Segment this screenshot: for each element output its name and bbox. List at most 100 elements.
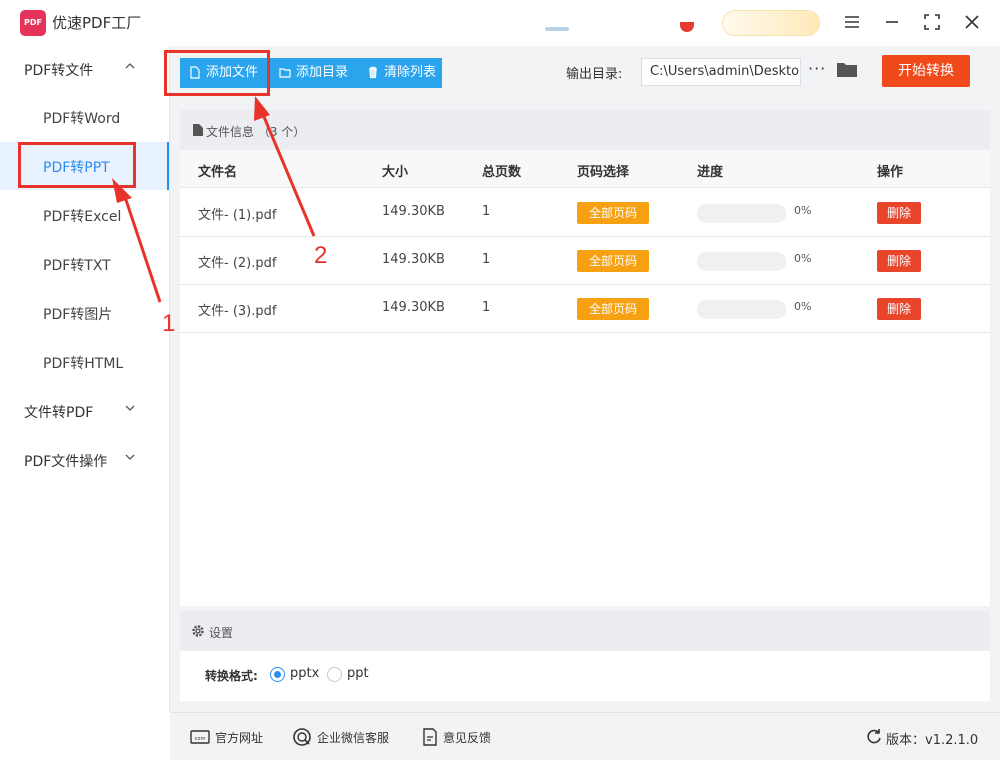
column-header: 大小 <box>382 165 409 180</box>
column-header: 文件名 <box>198 165 238 180</box>
progress-text: 0% <box>794 204 812 217</box>
chevron-down-icon <box>125 454 135 460</box>
file-info-header: 文件信息 （3 个） <box>180 110 990 150</box>
feedback-link[interactable]: 意见反馈 <box>443 729 491 746</box>
file-name: 文件- (3).pdf <box>198 304 277 319</box>
add-folder-button[interactable]: 添加目录 <box>270 58 358 88</box>
table-header: 文件名 大小 总页数 页码选择 进度 操作 <box>180 150 990 188</box>
format-radio-ppt[interactable] <box>327 667 342 682</box>
progress-bar <box>697 252 786 271</box>
folder-icon <box>279 68 291 78</box>
open-folder-icon[interactable] <box>837 61 857 77</box>
sidebar-item-pdf-to-word[interactable]: PDF转Word <box>0 93 169 141</box>
svg-text:com: com <box>195 736 206 742</box>
progress-text: 0% <box>794 252 812 265</box>
menu-icon[interactable] <box>840 10 864 34</box>
add-file-label: 添加文件 <box>206 65 259 80</box>
column-header: 页码选择 <box>577 165 630 180</box>
file-count-label: 文件信息 （3 个） <box>206 125 306 139</box>
sidebar-item-label: PDF转HTML <box>43 356 124 372</box>
file-size: 149.30KB <box>382 204 445 219</box>
gear-icon <box>192 625 204 637</box>
progress-bar <box>697 204 786 223</box>
promo-badge-icon[interactable] <box>680 22 694 32</box>
sidebar-group-file-to-pdf[interactable]: 文件转PDF <box>0 388 170 434</box>
table-row: 文件- (1).pdf 149.30KB 1 全部页码 0% 删除 <box>180 189 990 237</box>
sidebar-item-pdf-to-html[interactable]: PDF转HTML <box>0 338 169 386</box>
app-title: 优速PDF工厂 <box>52 14 142 32</box>
column-header: 进度 <box>697 165 724 180</box>
website-icon[interactable]: com <box>190 727 210 747</box>
sidebar-item-label: PDF转Word <box>43 111 121 127</box>
trash-icon <box>369 66 377 79</box>
chevron-up-icon <box>125 63 135 69</box>
version-label: 版本：v1.2.1.0 <box>886 733 979 748</box>
column-header: 总页数 <box>482 165 522 180</box>
progress-bar <box>697 300 786 319</box>
sidebar-group-pdf-to-file[interactable]: PDF转文件 <box>0 46 170 92</box>
page-select-button[interactable]: 全部页码 <box>577 202 649 224</box>
close-icon[interactable] <box>960 10 984 34</box>
table-row: 文件- (3).pdf 149.30KB 1 全部页码 0% 删除 <box>180 285 990 333</box>
file-name: 文件- (1).pdf <box>198 208 277 223</box>
delete-button[interactable]: 删除 <box>877 202 921 224</box>
page-count: 1 <box>482 252 491 267</box>
chevron-down-icon <box>125 405 135 411</box>
add-folder-label: 添加目录 <box>296 65 349 80</box>
page-select-button[interactable]: 全部页码 <box>577 250 649 272</box>
promo-pill[interactable] <box>722 10 820 36</box>
sidebar-item-pdf-to-ppt[interactable]: PDF转PPT <box>0 142 169 190</box>
sidebar-item-pdf-to-txt[interactable]: PDF转TXT <box>0 240 169 288</box>
sidebar-item-pdf-to-excel[interactable]: PDF转Excel <box>0 191 169 239</box>
maximize-icon[interactable] <box>920 10 944 34</box>
main-area: 添加文件 添加目录 清除列表 输出目录: C:\Users\admin\Desk… <box>170 46 1000 712</box>
feedback-icon[interactable] <box>420 727 440 747</box>
sidebar-item-label: PDF转PPT <box>43 160 110 176</box>
sidebar-group-label: PDF文件操作 <box>24 454 108 470</box>
footer: com 官方网址 企业微信客服 意见反馈 版本：v1.2.1.0 <box>170 712 1000 760</box>
start-convert-button[interactable]: 开始转换 <box>882 55 970 87</box>
clear-list-button[interactable]: 清除列表 <box>358 58 442 88</box>
sidebar-group-label: 文件转PDF <box>24 405 94 421</box>
page-select-button[interactable]: 全部页码 <box>577 298 649 320</box>
output-dir-label: 输出目录: <box>566 67 623 82</box>
page-count: 1 <box>482 300 491 315</box>
clear-list-label: 清除列表 <box>384 65 437 80</box>
column-header: 操作 <box>877 165 904 180</box>
settings-title: 设置 <box>209 626 234 640</box>
refresh-icon[interactable] <box>864 727 884 747</box>
sidebar-group-pdf-operations[interactable]: PDF文件操作 <box>0 437 170 483</box>
more-options-icon[interactable]: ··· <box>808 59 826 78</box>
delete-button[interactable]: 删除 <box>877 250 921 272</box>
title-bar: PDF 优速PDF工厂 <box>0 0 1000 46</box>
file-icon <box>190 66 200 79</box>
sidebar-item-pdf-to-image[interactable]: PDF转图片 <box>0 289 169 337</box>
progress-text: 0% <box>794 300 812 313</box>
sidebar-group-label: PDF转文件 <box>24 63 94 79</box>
sidebar-item-label: PDF转图片 <box>43 307 113 323</box>
settings-header: 设置 <box>180 611 990 651</box>
file-size: 149.30KB <box>382 300 445 315</box>
promo-banner-icon[interactable] <box>545 27 569 31</box>
sidebar-item-label: PDF转TXT <box>43 258 111 274</box>
page-count: 1 <box>482 204 491 219</box>
format-option-label[interactable]: pptx <box>290 666 319 681</box>
format-label: 转换格式: <box>205 669 258 683</box>
delete-button[interactable]: 删除 <box>877 298 921 320</box>
sidebar: PDF转文件 PDF转Word PDF转PPT PDF转Excel PDF转TX… <box>0 46 170 712</box>
sidebar-item-label: PDF转Excel <box>43 209 122 225</box>
wechat-service-link[interactable]: 企业微信客服 <box>317 729 389 746</box>
settings-panel: 设置 转换格式: pptx ppt <box>180 611 990 701</box>
minimize-icon[interactable] <box>880 10 904 34</box>
add-file-button[interactable]: 添加文件 <box>180 58 270 88</box>
format-option-label[interactable]: ppt <box>347 666 369 681</box>
file-list-panel: 文件信息 （3 个） 文件名 大小 总页数 页码选择 进度 操作 文件- (1)… <box>180 110 990 606</box>
document-icon <box>193 124 203 136</box>
wechat-service-icon[interactable] <box>292 727 312 747</box>
file-name: 文件- (2).pdf <box>198 256 277 271</box>
table-row: 文件- (2).pdf 149.30KB 1 全部页码 0% 删除 <box>180 237 990 285</box>
output-dir-input[interactable]: C:\Users\admin\Deskto <box>641 58 801 86</box>
format-radio-pptx[interactable] <box>270 667 285 682</box>
website-link[interactable]: 官方网址 <box>215 729 263 746</box>
app-logo-icon: PDF <box>20 10 46 36</box>
